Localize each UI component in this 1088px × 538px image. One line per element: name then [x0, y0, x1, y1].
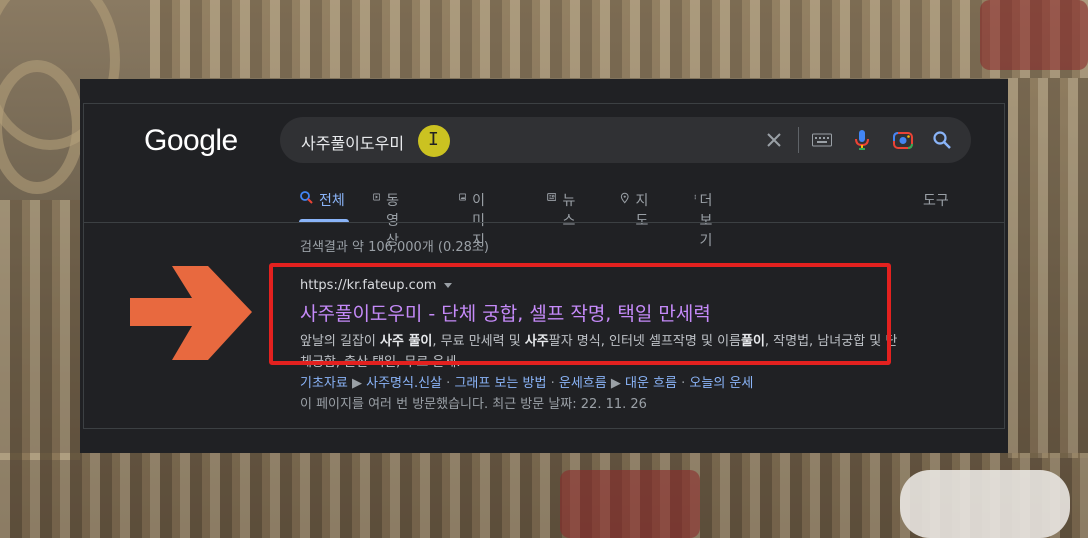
- google-logo[interactable]: Google: [144, 124, 238, 158]
- search-bar[interactable]: 사주풀이도우미 I: [280, 117, 971, 163]
- sitelink-separator: ▶: [351, 376, 362, 391]
- more-vert-icon: [694, 194, 696, 200]
- keyboard-icon[interactable]: [810, 128, 834, 152]
- sitelink-separator: ·: [446, 376, 451, 391]
- search-icon: [300, 191, 313, 204]
- sitelink[interactable]: 오늘의 운세: [689, 376, 753, 391]
- tab-more[interactable]: 더보기: [694, 190, 716, 249]
- sitelink[interactable]: 사주명식.신살: [366, 376, 442, 391]
- visited-note: 이 페이지를 여러 번 방문했습니다. 최근 방문 날짜: 22. 11. 26: [300, 397, 647, 412]
- tab-label: 뉴스: [562, 193, 576, 229]
- tab-label: 지도: [635, 193, 649, 229]
- result-stats: 검색결과 약 106,000개 (0.28초): [300, 240, 489, 255]
- tab-videos[interactable]: 동영상: [373, 190, 406, 249]
- camera-icon[interactable]: [891, 128, 915, 152]
- sitelink[interactable]: 대운 흐름: [625, 376, 677, 391]
- sitelink-separator: ▶: [610, 376, 621, 391]
- news-icon: [547, 193, 557, 201]
- sitelink-separator: ·: [550, 376, 555, 391]
- highlight-box: [269, 263, 891, 365]
- image-icon: [459, 193, 467, 201]
- tab-maps[interactable]: 지도: [620, 190, 653, 229]
- search-divider: [798, 127, 799, 153]
- sitelink[interactable]: 그래프 보는 방법: [454, 376, 546, 391]
- tab-all[interactable]: 전체: [299, 190, 349, 222]
- tab-images[interactable]: 이미지: [459, 190, 492, 249]
- tab-news[interactable]: 뉴스: [547, 190, 580, 229]
- search-icon[interactable]: [930, 128, 954, 152]
- tools-button[interactable]: 도구: [923, 190, 949, 210]
- close-icon[interactable]: [762, 128, 786, 152]
- text-cursor-icon: I: [428, 129, 439, 150]
- play-icon: [373, 193, 381, 201]
- sitelink[interactable]: 운세흐름: [559, 376, 607, 391]
- sitelink[interactable]: 기초자료: [300, 376, 348, 391]
- sitelink-separator: ·: [681, 376, 686, 391]
- arrow-right-icon: [130, 266, 252, 364]
- mic-icon[interactable]: [850, 128, 874, 152]
- map-pin-icon: [620, 192, 629, 204]
- tabs-divider: [83, 222, 1005, 223]
- tab-label: 전체: [319, 193, 345, 209]
- sitelinks: 기초자료 ▶ 사주명식.신살 · 그래프 보는 방법 · 운세흐름 ▶ 대운 흐…: [300, 373, 900, 394]
- search-input[interactable]: 사주풀이도우미: [301, 130, 404, 154]
- tab-label: 더보기: [699, 193, 713, 249]
